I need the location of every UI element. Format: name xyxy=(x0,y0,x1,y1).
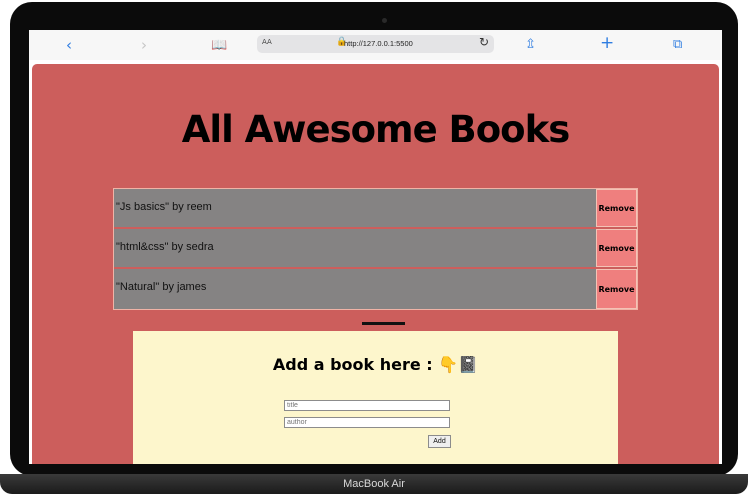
tabs-icon[interactable]: ⧉ xyxy=(673,36,682,54)
book-text: "Natural" by james xyxy=(116,281,207,293)
bookmarks-icon[interactable]: 📖 xyxy=(211,37,227,55)
book-text: "html&css" by sedra xyxy=(116,241,214,253)
share-icon[interactable]: ⇫ xyxy=(525,36,536,54)
add-book-form: Add a book here : 👇📓 Add xyxy=(133,331,618,464)
text-size-button[interactable]: AA xyxy=(262,38,272,46)
book-row: "Js basics" by reem Remove xyxy=(114,189,637,229)
browser-toolbar: ‹ › 📖 AA 🔒 http://127.0.0.1:5500 ↻ ⇫ + ⧉ xyxy=(29,30,722,60)
book-list: "Js basics" by reem Remove "html&css" by… xyxy=(113,188,638,310)
url-text[interactable]: http://127.0.0.1:5500 xyxy=(344,39,413,48)
book-text: "Js basics" by reem xyxy=(116,201,212,213)
add-button[interactable]: Add xyxy=(428,435,451,448)
new-tab-icon[interactable]: + xyxy=(600,34,614,52)
laptop-base: MacBook Air xyxy=(0,474,748,494)
browser-window: ‹ › 📖 AA 🔒 http://127.0.0.1:5500 ↻ ⇫ + ⧉… xyxy=(29,30,722,464)
book-row: "Natural" by james Remove xyxy=(114,269,637,309)
device-label: MacBook Air xyxy=(343,478,405,490)
book-row: "html&css" by sedra Remove xyxy=(114,229,637,269)
page-title: All Awesome Books xyxy=(181,108,570,151)
author-input[interactable] xyxy=(284,417,450,428)
camera-icon xyxy=(382,18,387,23)
section-divider xyxy=(362,322,405,325)
title-input[interactable] xyxy=(284,400,450,411)
remove-button[interactable]: Remove xyxy=(596,189,637,227)
remove-button[interactable]: Remove xyxy=(596,229,637,267)
page-content: All Awesome Books "Js basics" by reem Re… xyxy=(32,64,719,464)
address-bar[interactable]: AA 🔒 http://127.0.0.1:5500 ↻ xyxy=(257,35,494,53)
remove-button[interactable]: Remove xyxy=(596,269,637,309)
form-heading: Add a book here : 👇📓 xyxy=(272,355,479,374)
reload-icon[interactable]: ↻ xyxy=(479,35,489,49)
back-icon[interactable]: ‹ xyxy=(66,36,72,54)
forward-icon[interactable]: › xyxy=(141,36,147,54)
